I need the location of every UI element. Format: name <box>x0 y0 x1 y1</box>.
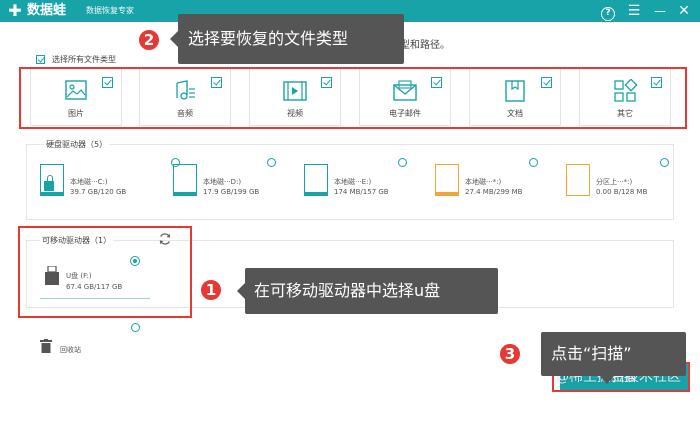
drive-name: 本地磁···*:) <box>465 178 502 186</box>
drive-name: 本地磁···C:) <box>70 178 108 186</box>
drive-size: 27.4 MB/299 MB <box>465 188 523 196</box>
step-number-badge: 3 <box>498 342 522 366</box>
drive-name: 本地磁···D:) <box>203 178 242 186</box>
drive-radio[interactable] <box>267 158 276 167</box>
drive-size: 17.9 GB/199 GB <box>203 188 260 196</box>
callout-step-2: 选择要恢复的文件类型 <box>178 14 404 64</box>
step-number-badge: 1 <box>199 278 223 302</box>
menu-icon: ☰ <box>627 3 641 19</box>
highlight-file-types <box>19 67 687 129</box>
drive-radio[interactable] <box>529 158 538 167</box>
help-button[interactable]: ? <box>598 1 618 21</box>
app-name: 数据蛙 <box>27 3 67 18</box>
drive-c[interactable]: 本地磁···C:) 39.7 GB/120 GB <box>40 158 180 208</box>
close-button[interactable]: ✕ <box>674 1 694 21</box>
callout-arrow <box>237 283 245 299</box>
drive-d[interactable]: 本地磁···D:) 17.9 GB/199 GB <box>173 158 303 208</box>
app-logo-icon: ✚ <box>8 1 22 20</box>
help-icon: ? <box>601 7 615 21</box>
drive-name: 分区上···*:) <box>596 178 633 186</box>
callout-text: 点击“扫描” <box>551 344 632 363</box>
callout-arrow <box>170 31 178 47</box>
highlight-removable <box>18 226 192 318</box>
callout-step-1: 在可移动驱动器中选择u盘 <box>245 268 498 314</box>
drive-size: 0.00 B/128 MB <box>596 188 648 196</box>
app-subtitle: 数据恢复专家 <box>86 6 134 15</box>
drive-radio[interactable] <box>660 158 669 167</box>
system-drive-icon <box>40 164 64 196</box>
drive-size: 174 MB/157 GB <box>334 188 389 196</box>
menu-button[interactable]: ☰ <box>624 1 644 21</box>
callout-arrow <box>600 376 614 384</box>
drive-icon <box>304 164 328 196</box>
hard-disk-title: 硬盘驱动器（5） <box>44 139 110 150</box>
drive-e[interactable]: 本地磁···E:) 174 MB/157 GB <box>304 158 434 208</box>
select-all-label: 选择所有文件类型 <box>52 54 116 64</box>
callout-text: 选择要恢复的文件类型 <box>188 29 349 48</box>
drive-size: 39.7 GB/120 GB <box>70 188 127 196</box>
trash-icon <box>40 339 52 353</box>
drive-icon <box>173 164 197 196</box>
drive-name: 本地磁···E:) <box>334 178 372 186</box>
minimize-button[interactable]: — <box>650 1 670 21</box>
drive-5[interactable]: 分区上···*:) 0.00 B/128 MB <box>566 158 696 208</box>
drive-4[interactable]: 本地磁···*:) 27.4 MB/299 MB <box>435 158 565 208</box>
callout-text: 在可移动驱动器中选择u盘 <box>254 281 441 300</box>
select-all-row[interactable]: 选择所有文件类型 <box>36 53 116 65</box>
drive-icon <box>566 164 590 196</box>
drive-icon <box>435 164 459 196</box>
callout-step-3: 点击“扫描” <box>541 332 686 376</box>
drive-radio[interactable] <box>398 158 407 167</box>
step-number-badge: 2 <box>137 28 161 52</box>
extra-radio[interactable] <box>131 323 140 332</box>
recycle-bin-label: 回收站 <box>60 346 81 354</box>
select-all-checkbox[interactable] <box>36 54 45 64</box>
